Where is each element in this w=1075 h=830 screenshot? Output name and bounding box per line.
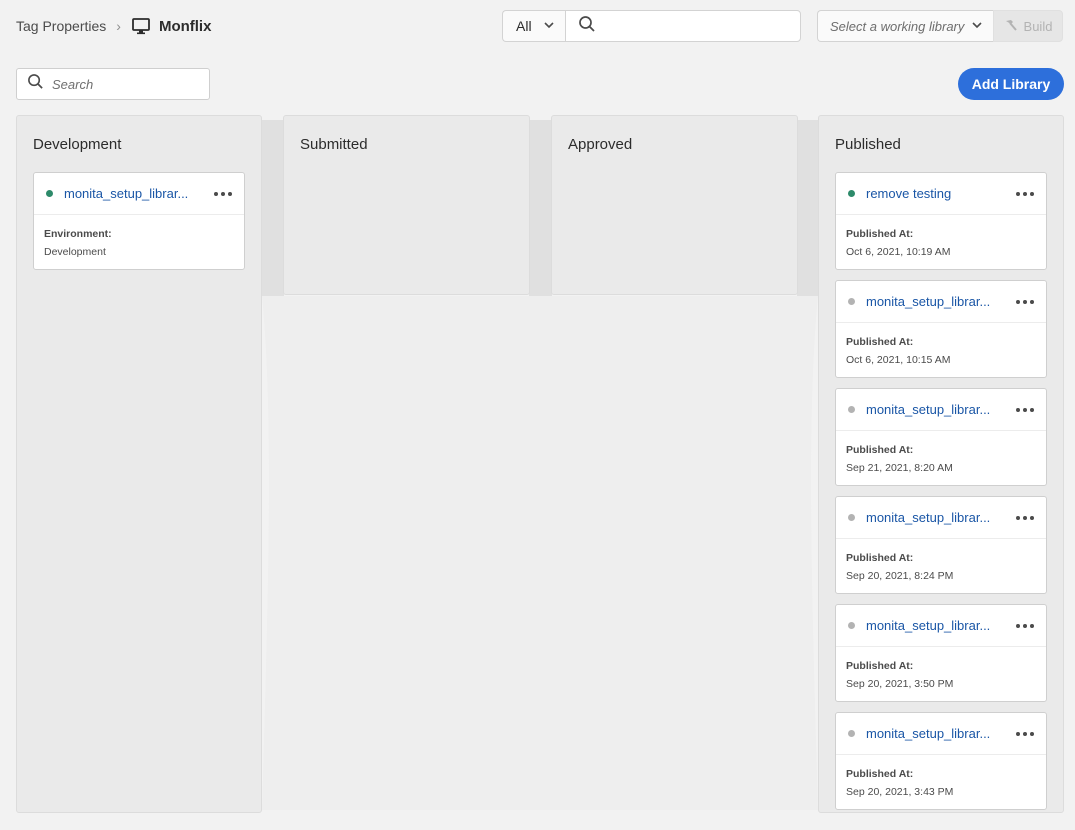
status-dot <box>848 514 855 521</box>
card-value: Sep 20, 2021, 3:43 PM <box>846 786 954 798</box>
column-published: Published remove testing Published At: O… <box>818 115 1064 813</box>
column-development: Development monita_setup_librar... Envir… <box>16 115 262 813</box>
card-label: Published At: <box>846 660 914 672</box>
library-card[interactable]: remove testing Published At: Oct 6, 2021… <box>835 172 1047 270</box>
library-name-link[interactable]: monita_setup_librar... <box>866 726 994 741</box>
monitor-icon <box>131 16 151 36</box>
library-name-link[interactable]: monita_setup_librar... <box>866 510 994 525</box>
hammer-icon <box>1004 18 1018 35</box>
card-value: Sep 21, 2021, 8:20 AM <box>846 462 953 474</box>
search-icon <box>27 73 44 95</box>
build-button[interactable]: Build <box>993 10 1063 42</box>
column-approved: Approved <box>551 115 798 295</box>
library-card[interactable]: monita_setup_librar... Published At: Oct… <box>835 280 1047 378</box>
more-options-icon[interactable] <box>1016 191 1034 196</box>
global-search-group: All <box>502 10 801 42</box>
column-title: Approved <box>568 136 633 153</box>
breadcrumb-tag-properties[interactable]: Tag Properties <box>16 18 106 34</box>
card-value: Oct 6, 2021, 10:15 AM <box>846 354 951 366</box>
status-dot <box>848 406 855 413</box>
library-name-link[interactable]: monita_setup_librar... <box>64 186 192 201</box>
working-library-dropdown[interactable]: Select a working library <box>817 10 993 42</box>
search-icon <box>578 15 596 38</box>
status-dot <box>848 190 855 197</box>
card-label: Published At: <box>846 444 914 456</box>
library-name-link[interactable]: remove testing <box>866 186 994 201</box>
property-name: Monflix <box>158 17 212 35</box>
status-dot <box>848 622 855 629</box>
library-name-link[interactable]: monita_setup_librar... <box>866 402 994 417</box>
column-title: Published <box>835 136 901 153</box>
breadcrumb: Tag Properties › Monflix <box>16 14 211 38</box>
card-value: Sep 20, 2021, 8:24 PM <box>846 570 954 582</box>
library-search-input[interactable]: Search <box>16 68 210 100</box>
library-name-link[interactable]: monita_setup_librar... <box>866 618 994 633</box>
card-label: Published At: <box>846 336 914 348</box>
library-card[interactable]: monita_setup_librar... Published At: Sep… <box>835 388 1047 486</box>
type-filter-value: All <box>516 18 532 34</box>
more-options-icon[interactable] <box>1016 623 1034 628</box>
library-card[interactable]: monita_setup_librar... Published At: Sep… <box>835 604 1047 702</box>
column-title: Development <box>33 136 122 153</box>
library-name-link[interactable]: monita_setup_librar... <box>866 294 994 309</box>
add-library-button[interactable]: Add Library <box>958 68 1064 100</box>
library-card[interactable]: monita_setup_librar... Published At: Sep… <box>835 712 1047 810</box>
chevron-down-icon <box>971 19 983 34</box>
more-options-icon[interactable] <box>1016 515 1034 520</box>
column-title: Submitted <box>300 136 368 153</box>
status-dot <box>848 730 855 737</box>
status-dot <box>46 190 53 197</box>
library-card[interactable]: monita_setup_librar... Published At: Sep… <box>835 496 1047 594</box>
working-library-placeholder: Select a working library <box>830 18 965 34</box>
card-value: Oct 6, 2021, 10:19 AM <box>846 246 951 258</box>
card-value: Sep 20, 2021, 3:50 PM <box>846 678 954 690</box>
more-options-icon[interactable] <box>214 191 232 196</box>
card-label: Published At: <box>846 768 914 780</box>
working-library-group: Select a working library Build <box>817 10 1063 42</box>
more-options-icon[interactable] <box>1016 299 1034 304</box>
card-value: Development <box>44 246 106 258</box>
chevron-down-icon <box>543 18 555 34</box>
status-dot <box>848 298 855 305</box>
build-label: Build <box>1023 18 1053 34</box>
more-options-icon[interactable] <box>1016 407 1034 412</box>
card-label: Published At: <box>846 552 914 564</box>
breadcrumb-separator: › <box>116 18 121 34</box>
library-card[interactable]: monita_setup_librar... Environment: Deve… <box>33 172 245 270</box>
search-placeholder: Search <box>52 76 94 92</box>
card-label: Published At: <box>846 228 914 240</box>
card-label: Environment: <box>44 228 112 240</box>
column-submitted: Submitted <box>283 115 530 295</box>
type-filter-dropdown[interactable]: All <box>502 10 565 42</box>
more-options-icon[interactable] <box>1016 731 1034 736</box>
global-search-input[interactable] <box>565 10 801 42</box>
